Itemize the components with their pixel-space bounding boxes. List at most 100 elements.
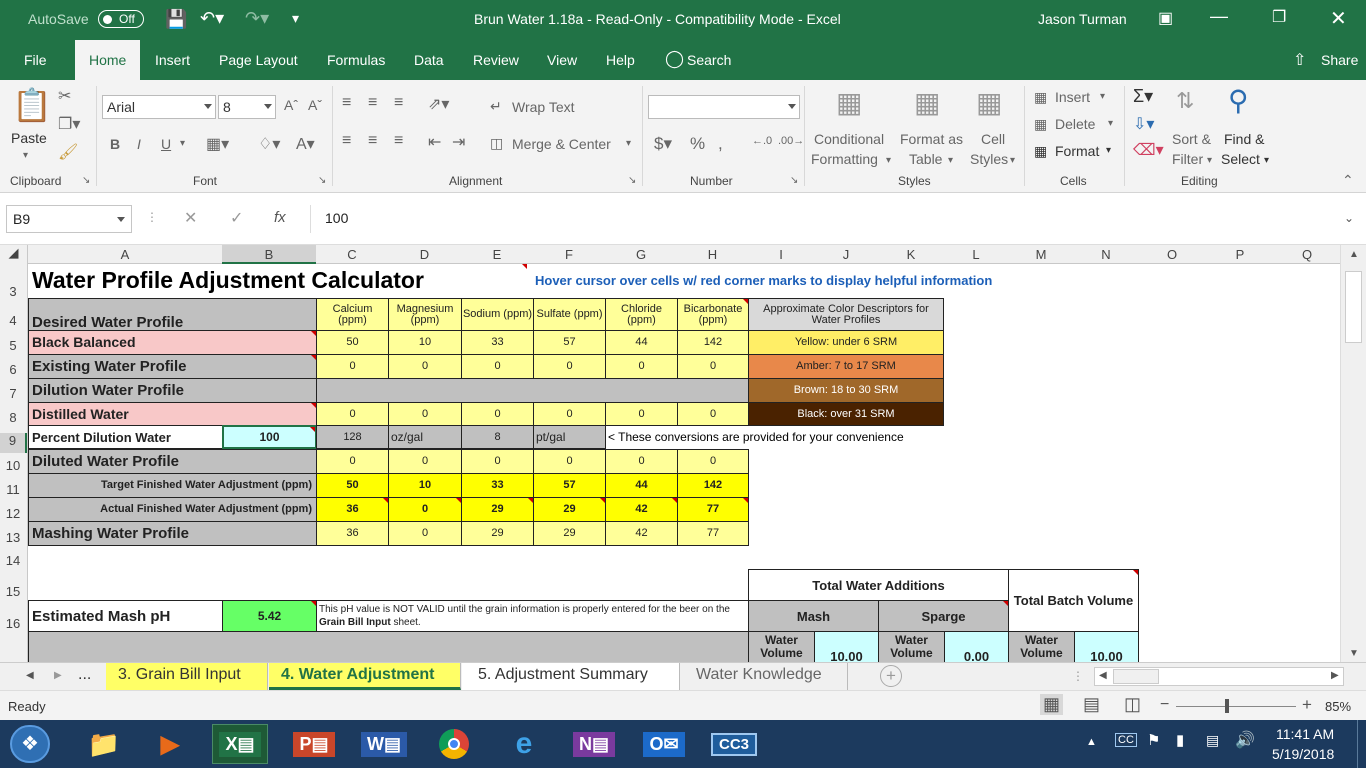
excel-taskbar-icon[interactable]: X▤ xyxy=(212,724,268,764)
dilution-magnesium[interactable]: 0 xyxy=(388,402,462,426)
column-header-g[interactable]: G xyxy=(605,247,677,262)
tray-expand-icon[interactable]: ▲ xyxy=(1086,736,1097,748)
restore-icon[interactable]: ❐ xyxy=(1272,7,1286,27)
accounting-format-icon[interactable]: $▾ xyxy=(654,134,672,154)
row-header-4[interactable]: 4 xyxy=(0,313,26,328)
onenote-taskbar-icon[interactable]: N▤ xyxy=(566,724,622,764)
diluted-water-profile-label[interactable]: Diluted Water Profile xyxy=(28,449,317,474)
zoom-slider-thumb[interactable] xyxy=(1225,699,1229,713)
sparge-water-volume-value[interactable]: 0.00 xyxy=(944,631,1009,662)
scroll-up-icon[interactable]: ▲ xyxy=(1349,249,1359,260)
vertical-scroll-thumb[interactable] xyxy=(1345,271,1362,343)
mash-water-volume-label[interactable]: Water Volume xyxy=(748,631,815,662)
volume-icon[interactable]: 🔊 xyxy=(1235,730,1255,750)
column-header-m[interactable]: M xyxy=(1008,247,1074,262)
media-player-icon[interactable]: ▶ xyxy=(142,724,198,764)
cell-styles-label[interactable]: Styles xyxy=(970,151,1008,167)
header-sodium[interactable]: Sodium (ppm) xyxy=(461,298,534,331)
actual-chloride[interactable]: 42 xyxy=(605,497,678,522)
select-all-corner[interactable]: ◢ xyxy=(0,245,28,264)
total-batch-volume-header[interactable]: Total Batch Volume xyxy=(1008,569,1139,632)
network-icon[interactable]: ▤ xyxy=(1206,732,1219,749)
mashing-chloride[interactable]: 42 xyxy=(605,521,678,546)
row-header-16[interactable]: 16 xyxy=(0,616,26,631)
show-desktop-button[interactable] xyxy=(1357,720,1366,768)
bold-icon[interactable]: B xyxy=(110,136,120,152)
target-sodium[interactable]: 33 xyxy=(461,473,534,498)
underline-icon[interactable]: U xyxy=(161,136,171,152)
existing-calcium[interactable]: 0 xyxy=(316,354,389,379)
row-header-5[interactable]: 5 xyxy=(0,338,26,353)
diluted-magnesium[interactable]: 0 xyxy=(388,449,462,474)
find-select-button[interactable]: Find & xyxy=(1224,131,1264,147)
copy-icon[interactable]: ❐▾ xyxy=(58,114,80,134)
format-cells-button[interactable]: Format xyxy=(1055,143,1099,159)
batch-water-volume-value[interactable]: 10.00 xyxy=(1074,631,1139,662)
mashing-magnesium[interactable]: 0 xyxy=(388,521,462,546)
horizontal-scroll-thumb[interactable] xyxy=(1113,669,1159,684)
borders-icon[interactable]: ▦▾ xyxy=(206,134,229,154)
orientation-icon[interactable]: ⇗▾ xyxy=(428,94,449,114)
increase-decimal-icon[interactable]: ←.0 xyxy=(752,135,772,147)
target-bicarbonate[interactable]: 142 xyxy=(677,473,749,498)
zoom-out-icon[interactable]: − xyxy=(1160,696,1169,714)
column-header-h[interactable]: H xyxy=(677,247,748,262)
delete-cells-button[interactable]: Delete xyxy=(1055,116,1095,132)
battery-icon[interactable]: ▮ xyxy=(1176,731,1184,749)
column-header-k[interactable]: K xyxy=(878,247,944,262)
vertical-scrollbar[interactable]: ▲ ▼ xyxy=(1340,245,1366,662)
column-header-q[interactable]: Q xyxy=(1274,247,1340,262)
undo-icon[interactable]: ↶▾ xyxy=(200,8,224,29)
header-sulfate[interactable]: Sulfate (ppm) xyxy=(533,298,606,331)
row-header-10[interactable]: 10 xyxy=(0,458,26,473)
percent-dilution-input[interactable]: 100 xyxy=(222,425,317,449)
scroll-down-icon[interactable]: ▼ xyxy=(1349,648,1359,659)
diluted-calcium[interactable]: 0 xyxy=(316,449,389,474)
row-header-15[interactable]: 15 xyxy=(0,584,26,599)
diluted-bicarbonate[interactable]: 0 xyxy=(677,449,749,474)
scroll-tabs-left-icon[interactable]: ◀ xyxy=(26,670,34,681)
actual-sodium[interactable]: 29 xyxy=(461,497,534,522)
italic-icon[interactable]: I xyxy=(137,136,141,152)
tab-page-layout[interactable]: Page Layout xyxy=(219,52,298,68)
existing-sodium[interactable]: 0 xyxy=(461,354,534,379)
existing-sulfate[interactable]: 0 xyxy=(533,354,606,379)
font-color-icon[interactable]: A▾ xyxy=(296,134,315,154)
percent-dilution-label[interactable]: Percent Dilution Water xyxy=(28,425,223,449)
diluted-sulfate[interactable]: 0 xyxy=(533,449,606,474)
page-layout-view-icon[interactable]: ▤ xyxy=(1083,694,1100,715)
number-format-box[interactable] xyxy=(648,95,800,119)
conversion-pt-unit[interactable]: pt/gal xyxy=(533,425,606,449)
tab-home[interactable]: Home xyxy=(75,40,141,81)
sheet-tab-grain-bill[interactable]: 3. Grain Bill Input xyxy=(106,663,268,690)
batch-water-volume-label[interactable]: Water Volume xyxy=(1008,631,1075,662)
column-header-i[interactable]: I xyxy=(748,247,814,262)
target-chloride[interactable]: 44 xyxy=(605,473,678,498)
close-icon[interactable]: ✕ xyxy=(1330,6,1347,31)
existing-magnesium[interactable]: 0 xyxy=(388,354,462,379)
tab-data[interactable]: Data xyxy=(414,52,444,68)
tab-view[interactable]: View xyxy=(547,52,577,68)
column-header-e[interactable]: E xyxy=(461,247,533,262)
dilution-chloride[interactable]: 0 xyxy=(605,402,678,426)
actual-sulfate[interactable]: 29 xyxy=(533,497,606,522)
actual-calcium[interactable]: 36 xyxy=(316,497,389,522)
header-chloride[interactable]: Chloride (ppm) xyxy=(605,298,678,331)
target-magnesium[interactable]: 10 xyxy=(388,473,462,498)
dilution-calcium[interactable]: 0 xyxy=(316,402,389,426)
comma-style-icon[interactable]: , xyxy=(718,134,723,154)
start-button[interactable]: ❖ xyxy=(10,725,50,763)
conversion-oz[interactable]: 128 xyxy=(316,425,389,449)
font-size-box[interactable]: 8 xyxy=(218,95,276,119)
chrome-taskbar-icon[interactable] xyxy=(426,724,482,764)
horizontal-scrollbar[interactable]: ◀ ▶ xyxy=(1094,667,1344,686)
black-balanced-select[interactable]: Black Balanced xyxy=(28,330,317,355)
cell-styles-dropdown-icon[interactable]: ▾ xyxy=(1010,155,1015,166)
sheet-tab-adjustment-summary[interactable]: 5. Adjustment Summary xyxy=(462,663,680,690)
sparge-header[interactable]: Sparge xyxy=(878,600,1009,632)
decrease-indent-icon[interactable]: ⇤ xyxy=(428,132,441,152)
mashing-sulfate[interactable]: 29 xyxy=(533,521,606,546)
percent-style-icon[interactable]: % xyxy=(690,134,705,154)
row-header-11[interactable]: 11 xyxy=(0,482,26,497)
redo-icon[interactable]: ↷▾ xyxy=(245,8,269,29)
